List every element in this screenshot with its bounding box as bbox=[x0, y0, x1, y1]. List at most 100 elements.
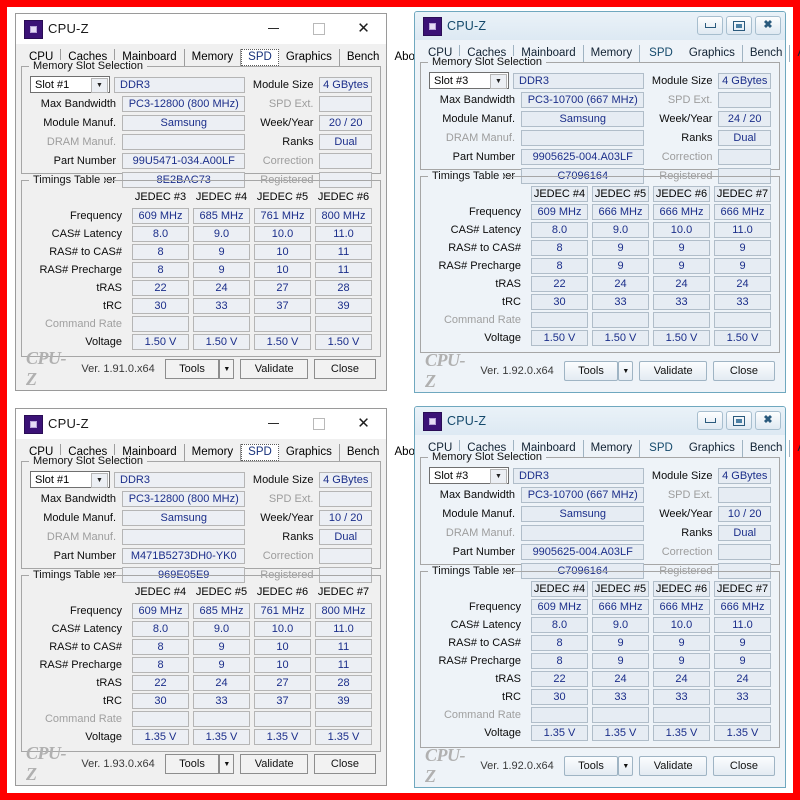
tools-dropdown-button[interactable]: ▼ bbox=[219, 359, 235, 379]
table-row: RAS# to CAS# 8 9 9 9 bbox=[429, 634, 771, 651]
timings-column-header: JEDEC #4 bbox=[195, 190, 248, 203]
tab-graphics[interactable]: Graphics bbox=[682, 440, 743, 457]
timings-cell bbox=[531, 706, 588, 723]
timings-cell: 666 MHz bbox=[653, 598, 710, 615]
window-title: CPU-Z bbox=[48, 416, 89, 431]
tools-button[interactable]: Tools bbox=[164, 754, 220, 774]
slot-left-column: Slot #3 ▼ DDR3 Max Bandwidth PC3-10700 (667 … bbox=[429, 467, 645, 581]
slot-select[interactable]: Slot #1 ▼ bbox=[30, 471, 110, 488]
memory-type-value: DDR3 bbox=[114, 76, 246, 93]
timings-cell: 1.35 V bbox=[132, 728, 189, 745]
tools-button[interactable]: Tools bbox=[164, 359, 220, 379]
timings-cell: 800 MHz bbox=[315, 602, 372, 619]
minimize-button[interactable] bbox=[251, 14, 296, 43]
max-bandwidth-label: Max Bandwidth bbox=[439, 488, 515, 501]
tab-spd[interactable]: SPD bbox=[640, 45, 682, 62]
maximize-button[interactable] bbox=[726, 16, 752, 35]
table-row: Voltage 1.50 V 1.50 V 1.50 V 1.50 V bbox=[429, 329, 771, 346]
timings-cell: 761 MHz bbox=[254, 207, 311, 224]
tab-graphics[interactable]: Graphics bbox=[279, 49, 340, 66]
tools-button[interactable]: Tools bbox=[563, 361, 619, 381]
tools-dropdown-button[interactable]: ▼ bbox=[618, 756, 634, 776]
tab-about[interactable]: About bbox=[790, 45, 800, 62]
tab-graphics[interactable]: Graphics bbox=[279, 444, 340, 461]
maximize-icon bbox=[733, 415, 745, 426]
minimize-button[interactable] bbox=[697, 16, 723, 35]
timings-cell bbox=[592, 706, 649, 723]
field-row: Week/Year 10 / 20 bbox=[648, 505, 771, 522]
close-button[interactable]: ✖ bbox=[755, 16, 781, 35]
tab-spd[interactable]: SPD bbox=[640, 440, 682, 457]
spd-ext-value bbox=[319, 95, 372, 112]
close-window-button[interactable]: Close bbox=[313, 359, 376, 379]
memory-slot-selection-legend: Memory Slot Selection bbox=[29, 60, 148, 72]
tab-memory[interactable]: Memory bbox=[185, 49, 242, 66]
slot-select[interactable]: Slot #3 ▼ bbox=[429, 72, 509, 89]
timings-cell: 24 bbox=[714, 275, 771, 292]
maximize-button[interactable] bbox=[296, 409, 341, 438]
tools-button[interactable]: Tools bbox=[563, 756, 619, 776]
tab-bench[interactable]: Bench bbox=[340, 444, 388, 461]
tab-bench[interactable]: Bench bbox=[743, 45, 791, 62]
close-button[interactable]: ✕ bbox=[341, 14, 386, 43]
spd-ext-value bbox=[718, 486, 771, 503]
tools-dropdown-button[interactable]: ▼ bbox=[219, 754, 235, 774]
close-window-button[interactable]: Close bbox=[712, 361, 775, 381]
close-window-button[interactable]: Close bbox=[313, 754, 376, 774]
chevron-down-icon[interactable]: ▼ bbox=[490, 74, 507, 89]
timings-cell: 27 bbox=[254, 279, 311, 296]
timings-cell: 9 bbox=[714, 239, 771, 256]
tab-about[interactable]: About bbox=[790, 440, 800, 457]
tab-bench[interactable]: Bench bbox=[743, 440, 791, 457]
timings-row-label: tRAS bbox=[495, 277, 521, 290]
dram-manuf-label: DRAM Manuf. bbox=[46, 530, 116, 543]
timings-cell bbox=[714, 706, 771, 723]
chevron-down-icon[interactable]: ▼ bbox=[490, 469, 507, 484]
table-row: Voltage 1.35 V 1.35 V 1.35 V 1.35 V bbox=[30, 728, 372, 745]
slot-select[interactable]: Slot #3 ▼ bbox=[429, 467, 509, 484]
cpu-chip-icon bbox=[24, 415, 43, 434]
field-row: Max Bandwidth PC3-12800 (800 MHz) bbox=[30, 95, 246, 112]
timings-cell: 22 bbox=[132, 279, 189, 296]
part-number-label: Part Number bbox=[53, 549, 116, 562]
tab-memory[interactable]: Memory bbox=[584, 45, 641, 62]
correction-value bbox=[319, 152, 372, 169]
validate-button[interactable]: Validate bbox=[240, 359, 308, 379]
timings-row-label: Command Rate bbox=[443, 313, 521, 326]
timings-cell: 9 bbox=[193, 656, 250, 673]
validate-button[interactable]: Validate bbox=[639, 756, 707, 776]
timings-cell: 8 bbox=[531, 634, 588, 651]
ranks-value: Dual bbox=[319, 133, 372, 150]
cpu-chip-icon bbox=[423, 412, 442, 431]
module-size-value: 4 GBytes bbox=[319, 76, 372, 93]
minimize-button[interactable] bbox=[251, 409, 296, 438]
close-button[interactable]: ✖ bbox=[755, 411, 781, 430]
validate-button[interactable]: Validate bbox=[639, 361, 707, 381]
validate-button[interactable]: Validate bbox=[240, 754, 308, 774]
tab-spd[interactable]: SPD bbox=[241, 444, 279, 461]
minimize-button[interactable] bbox=[697, 411, 723, 430]
table-row: CAS# Latency 8.0 9.0 10.0 11.0 bbox=[429, 221, 771, 238]
tab-spd[interactable]: SPD bbox=[241, 49, 279, 66]
timings-cell: 24 bbox=[193, 674, 250, 691]
brand-logo: CPU-Z bbox=[26, 348, 67, 389]
window-client-area: CPU Caches Mainboard Memory SPD Graphics Bench… bbox=[415, 435, 800, 787]
slot-select[interactable]: Slot #1 ▼ bbox=[30, 76, 110, 93]
module-size-label: Module Size bbox=[252, 78, 314, 91]
tools-dropdown-button[interactable]: ▼ bbox=[618, 361, 634, 381]
maximize-button[interactable] bbox=[726, 411, 752, 430]
chevron-down-icon[interactable]: ▼ bbox=[91, 473, 108, 488]
chevron-down-icon[interactable]: ▼ bbox=[91, 78, 108, 93]
field-row: Part Number 9905625-004.A03LF bbox=[429, 148, 645, 165]
tab-bench[interactable]: Bench bbox=[340, 49, 388, 66]
table-row: RAS# Precharge 8 9 10 11 bbox=[30, 656, 372, 673]
tab-memory[interactable]: Memory bbox=[584, 440, 641, 457]
timings-cell: 24 bbox=[653, 275, 710, 292]
timings-cell bbox=[193, 315, 250, 332]
close-window-button[interactable]: Close bbox=[712, 756, 775, 776]
tab-memory[interactable]: Memory bbox=[185, 444, 242, 461]
tab-graphics[interactable]: Graphics bbox=[682, 45, 743, 62]
maximize-button[interactable] bbox=[296, 14, 341, 43]
close-button[interactable]: ✕ bbox=[341, 409, 386, 438]
timings-cell: 1.50 V bbox=[714, 329, 771, 346]
